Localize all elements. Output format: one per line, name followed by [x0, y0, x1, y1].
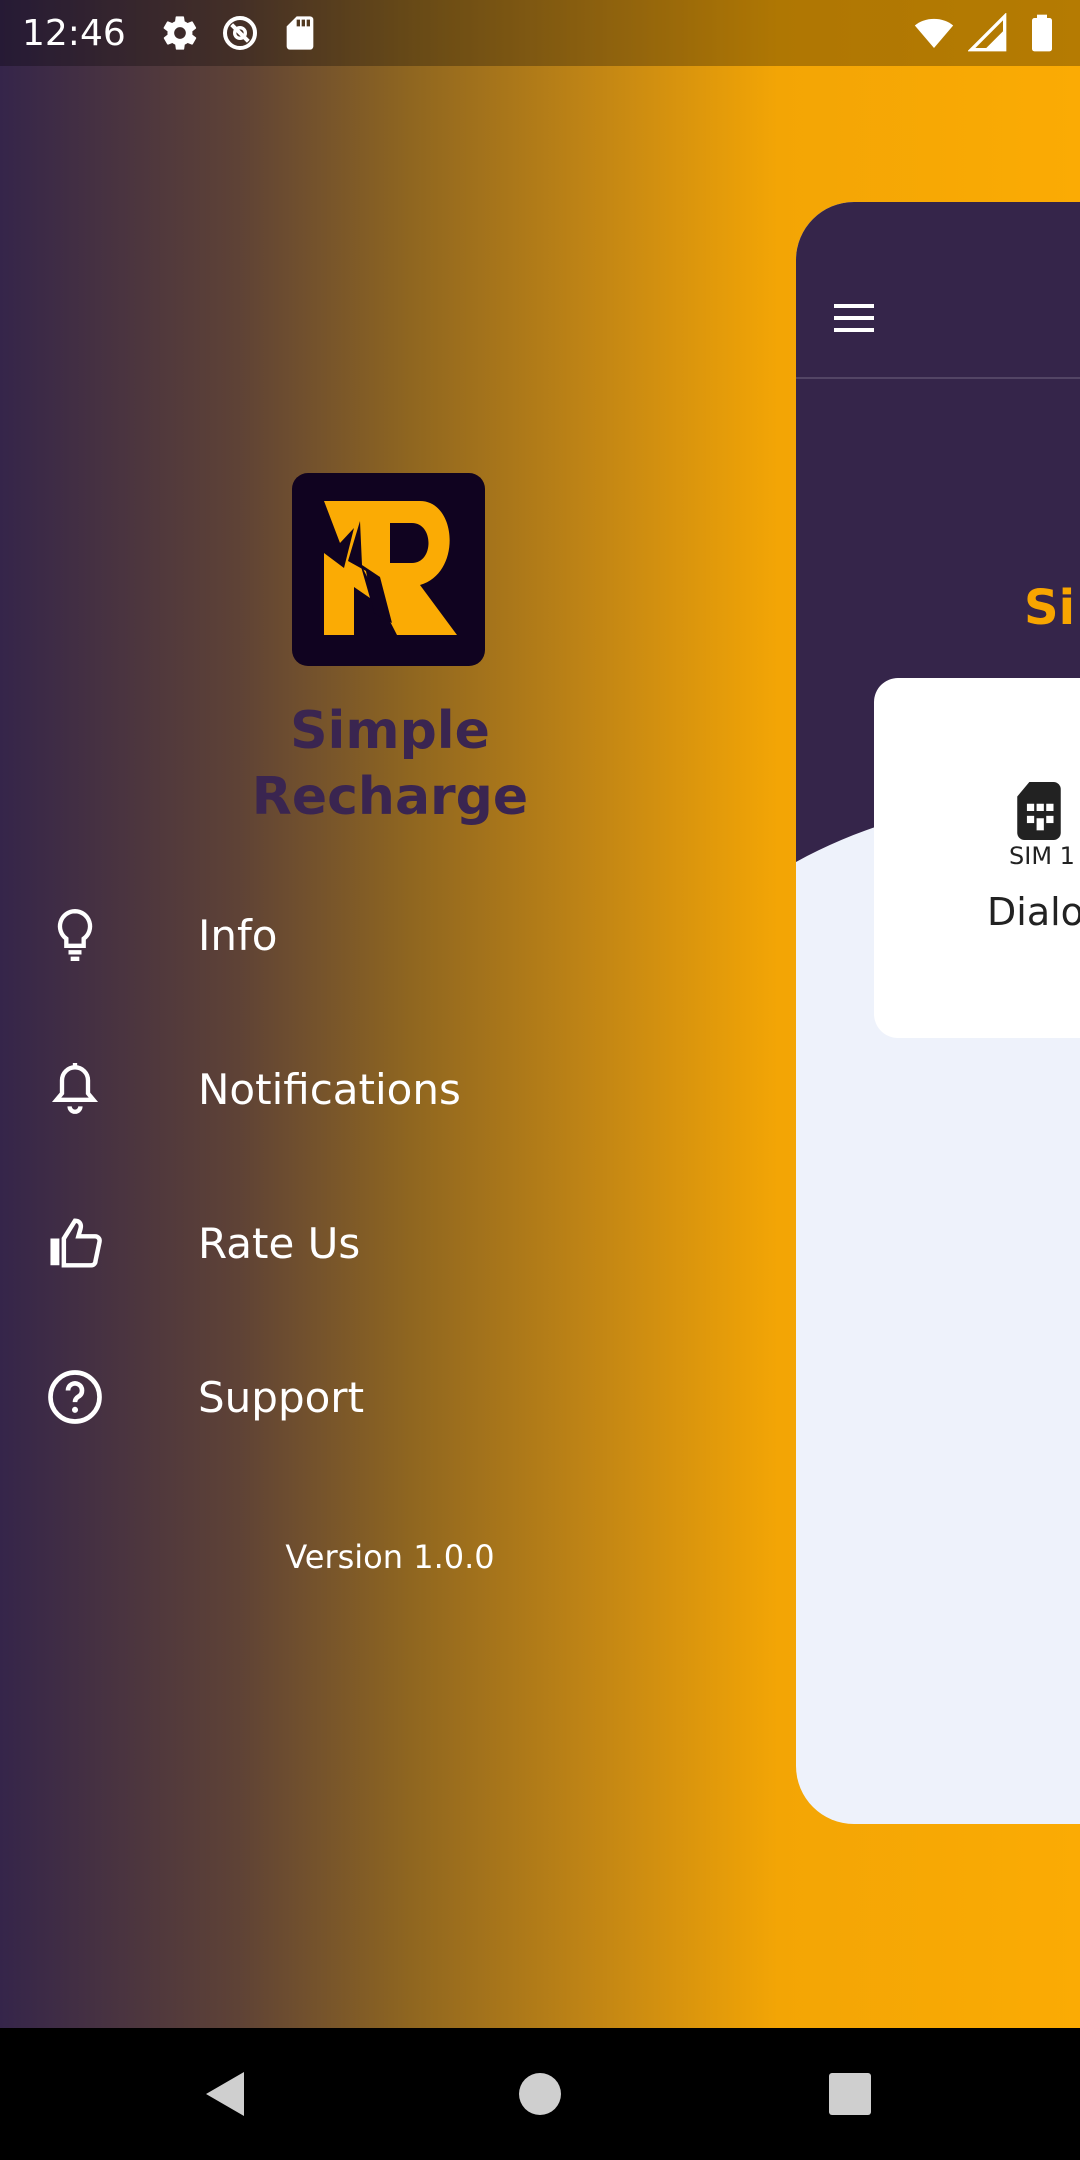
- menu-item-label: Notifications: [198, 1064, 461, 1114]
- main-title: Si: [1024, 580, 1076, 636]
- system-nav-bar: [0, 2028, 1080, 2160]
- menu-item-support[interactable]: Support: [0, 1332, 780, 1462]
- app-name-line2: Recharge: [251, 767, 529, 827]
- thumbs-up-icon: [44, 1212, 106, 1274]
- do-not-disturb-icon: [220, 13, 260, 53]
- sim-operator: Dialo: [987, 890, 1080, 934]
- navigation-drawer: Simple Recharge Info Notifications Rate …: [0, 66, 780, 2028]
- app-logo: [292, 473, 485, 666]
- main-content-card[interactable]: Si SIM 1 Dialo: [796, 202, 1080, 1824]
- status-time: 12:46: [22, 12, 126, 54]
- menu-icon[interactable]: [832, 298, 876, 338]
- app-name: Simple Recharge: [200, 698, 580, 830]
- menu-item-rate-us[interactable]: Rate Us: [0, 1178, 780, 1308]
- toolbar-divider: [796, 377, 1080, 379]
- menu-item-info[interactable]: Info: [0, 870, 780, 1000]
- back-icon[interactable]: [196, 2064, 256, 2124]
- sim-card[interactable]: SIM 1 Dialo: [874, 678, 1080, 1038]
- sd-card-icon: [280, 13, 320, 53]
- gear-icon: [160, 13, 200, 53]
- screen: 12:46 Simple Recharge Info Notifications…: [0, 0, 1080, 2028]
- menu-item-notifications[interactable]: Notifications: [0, 1024, 780, 1154]
- app-name-line1: Simple: [290, 701, 490, 761]
- version-text: Version 1.0.0: [285, 1538, 495, 1576]
- bell-icon: [44, 1058, 106, 1120]
- wifi-icon: [914, 13, 954, 53]
- sim-label: SIM 1: [1009, 842, 1075, 870]
- status-bar: 12:46: [0, 0, 1080, 66]
- cell-signal-icon: [968, 13, 1008, 53]
- menu-item-label: Support: [198, 1372, 365, 1422]
- battery-icon: [1022, 13, 1062, 53]
- sim-card-icon: [1014, 782, 1064, 840]
- help-circle-icon: [44, 1366, 106, 1428]
- home-icon[interactable]: [510, 2064, 570, 2124]
- recents-icon[interactable]: [820, 2064, 880, 2124]
- lightbulb-icon: [44, 904, 106, 966]
- menu-item-label: Info: [198, 910, 278, 960]
- status-right-icons: [914, 13, 1062, 53]
- menu-item-label: Rate Us: [198, 1218, 361, 1268]
